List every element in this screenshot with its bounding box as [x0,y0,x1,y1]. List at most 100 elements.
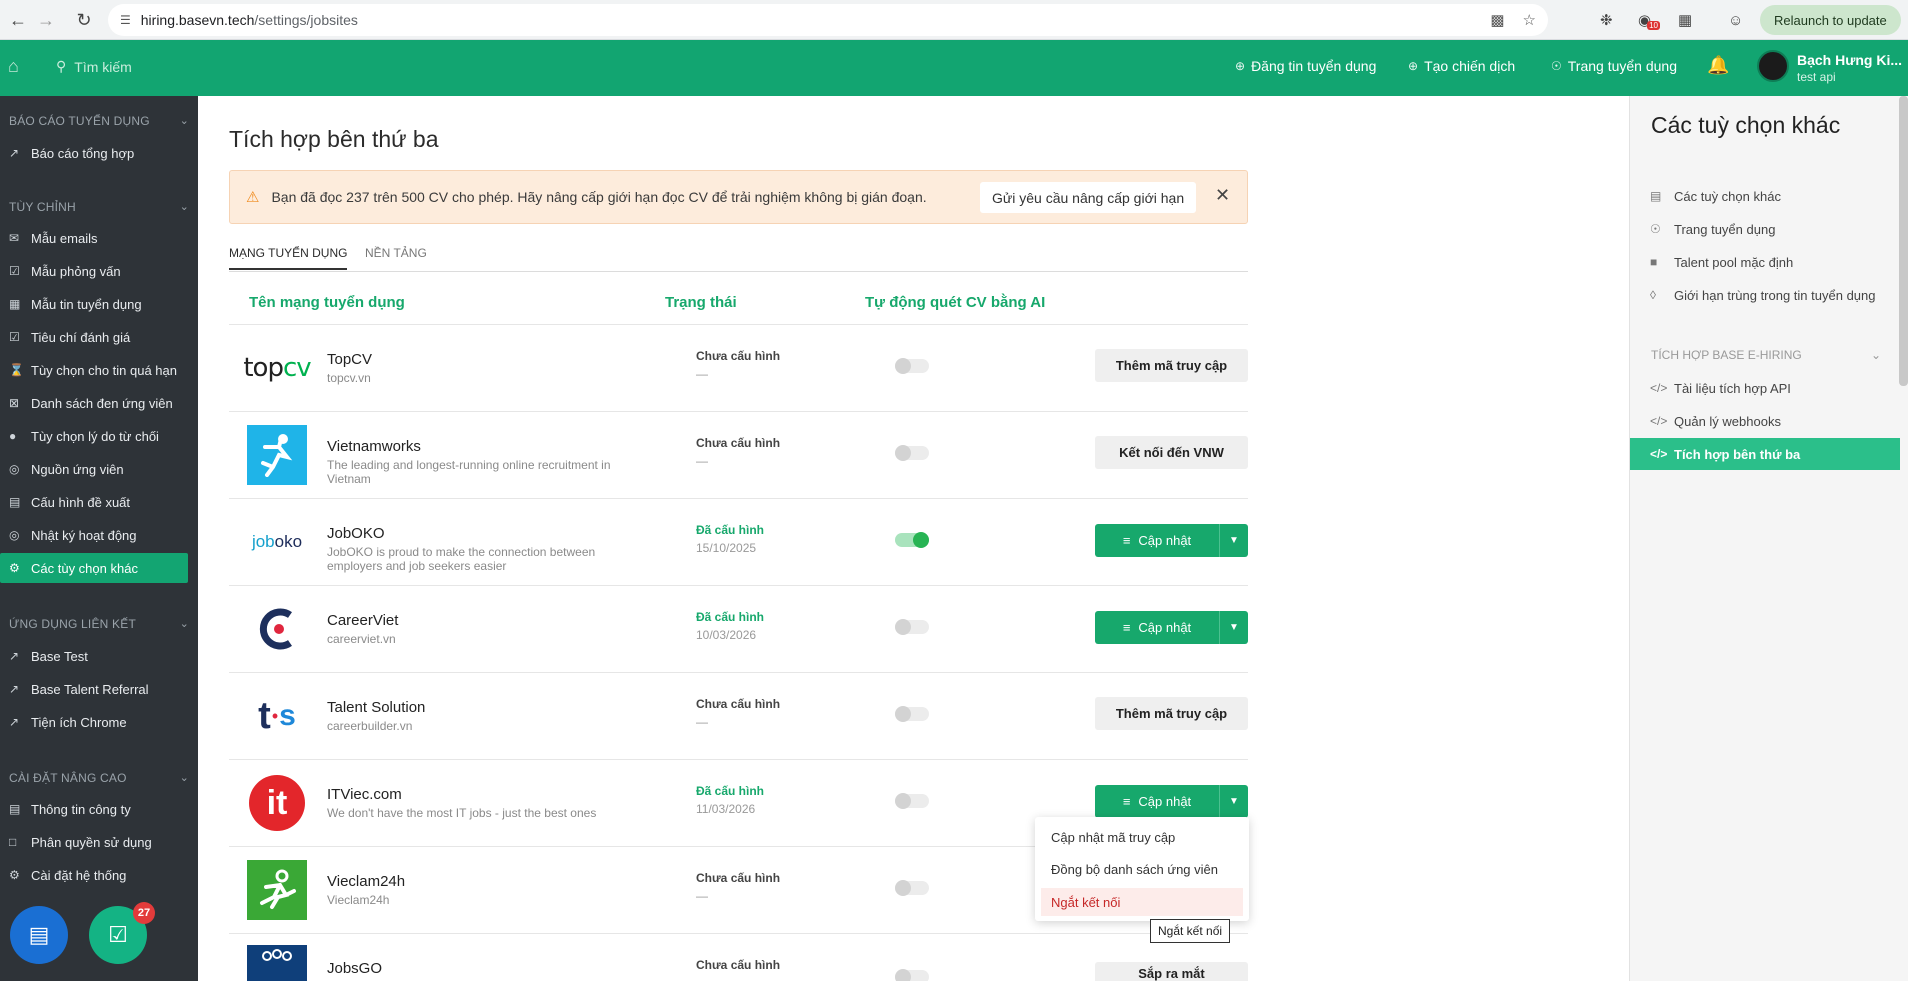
sidebar-item-expired-options[interactable]: ⌛ Tùy chọn cho tin quá hạn [0,355,188,385]
sidebar-section-linked-apps[interactable]: ỨNG DỤNG LIÊN KẾT ⌄ [9,617,189,631]
ai-scan-toggle[interactable] [895,793,929,809]
right-panel-title: Các tuỳ chọn khác [1651,112,1841,138]
connect-vnw-button[interactable]: Kết nối đến VNW [1095,436,1248,469]
code-icon: </> [1650,414,1668,428]
nav-create-campaign[interactable]: ⊕ Tạo chiến dịch [1408,58,1515,74]
sidebar-item-other-options[interactable]: ⚙ Các tùy chọn khác [0,553,188,583]
right-item-third-party[interactable]: </> Tích hợp bên thứ ba [1630,438,1900,470]
tab-recruitment-networks[interactable]: MẠNG TUYỂN DỤNG [229,246,348,270]
extensions-puzzle-icon[interactable]: ▦ [1678,6,1692,34]
address-bar[interactable]: ☰ hiring.basevn.tech/settings/jobsites ▩… [108,4,1548,36]
sidebar-item-permissions[interactable]: □ Phân quyền sử dụng [0,827,188,857]
forward-icon[interactable]: → [28,4,64,36]
update-button[interactable]: ≡ Cập nhật [1095,524,1219,557]
request-upgrade-button[interactable]: Gửi yêu cầu nâng cấp giới hạn [980,182,1197,213]
right-item-other-options[interactable]: ▤ Các tuỳ chọn khác [1630,180,1900,212]
avatar[interactable] [1757,50,1789,82]
right-item-webhooks[interactable]: </> Quản lý webhooks [1630,405,1900,437]
user-info[interactable]: Bạch Hưng Ki... test api [1797,52,1902,84]
ai-scan-toggle[interactable] [895,532,929,548]
ai-scan-toggle[interactable] [895,445,929,461]
ai-scan-toggle[interactable] [895,969,929,981]
sidebar-item-reject-reasons[interactable]: ● Tùy chọn lý do từ chối [0,421,188,451]
chevron-down-icon[interactable]: ▼ [1219,524,1248,557]
chart-icon: ↗ [9,146,20,160]
ai-scan-toggle[interactable] [895,880,929,896]
sidebar-item-proposal-config[interactable]: ▤ Cấu hình đề xuất [0,487,188,517]
menu-item-update-access-code[interactable]: Cập nhật mã truy cập [1041,823,1243,851]
ai-scan-toggle[interactable] [895,619,929,635]
sidebar-item-criteria[interactable]: ☑ Tiêu chí đánh giá [0,322,188,352]
ai-scan-toggle[interactable] [895,358,929,374]
list-icon: ≡ [1122,794,1131,809]
sidebar-item-interview-templates[interactable]: ☑ Mẫu phỏng vấn [0,256,188,286]
warning-icon: ⚠ [246,189,260,206]
coming-soon-button[interactable]: Sắp ra mắt [1095,962,1248,981]
joboko-logo: job oko [251,532,303,551]
envelope-icon: ✉ [9,231,20,245]
network-name: Vietnamworks [327,438,421,455]
careerviet-logo [247,599,307,659]
update-dropdown-menu: Cập nhật mã truy cập Đồng bộ danh sách ứ… [1035,817,1249,921]
nav-post-job[interactable]: ⊕ Đăng tin tuyển dụng [1235,58,1376,74]
sidebar-item-email-templates[interactable]: ✉ Mẫu emails [0,223,188,253]
add-access-code-button[interactable]: Thêm mã truy cập [1095,697,1248,730]
sidebar-section-reports[interactable]: BÁO CÁO TUYỂN DỤNG ⌄ [9,114,189,128]
sidebar-item-chrome-extension[interactable]: ↗ Tiện ích Chrome [0,707,188,737]
globe-icon: ☉ [1650,222,1661,236]
topcv-logo: top cv [243,353,311,383]
right-item-talent-pool[interactable]: ■ Talent pool mặc định [1630,246,1900,278]
menu-item-sync-candidates[interactable]: Đồng bộ danh sách ứng viên [1041,855,1243,883]
tab-platforms[interactable]: NỀN TẢNG [365,246,427,260]
update-button[interactable]: ≡ Cập nhật [1095,785,1219,818]
site-settings-icon[interactable]: ☰ [120,13,131,27]
relaunch-button[interactable]: Relaunch to update [1760,5,1901,35]
home-icon[interactable]: ⌂ [8,56,19,77]
url-host: hiring.basevn.tech [140,12,255,28]
sidebar-item-candidate-sources[interactable]: ◎ Nguồn ứng viên [0,454,188,484]
status-text: Chưa cấu hình [696,871,781,885]
browser-toolbar: ← → ↻ ☰ hiring.basevn.tech/settings/jobs… [0,0,1908,40]
nav-career-page[interactable]: ☉ Trang tuyển dụng [1551,58,1677,74]
chat-button[interactable]: ▤ [10,906,68,964]
menu-item-disconnect[interactable]: Ngắt kết nối [1041,888,1243,916]
search-box[interactable]: ⚲ Tìm kiếm [56,58,132,75]
url-path: /settings/jobsites [254,12,358,28]
right-section-integration[interactable]: TÍCH HỢP BASE E-HIRING ⌄ [1651,348,1881,362]
tooltip: Ngắt kết nối [1150,919,1231,943]
sidebar-item-company-info[interactable]: ▤ Thông tin công ty [0,794,188,824]
ai-scan-toggle[interactable] [895,706,929,722]
profile-icon[interactable]: ☺ [1728,6,1743,34]
translate-icon[interactable]: ▩ [1490,11,1504,29]
jobsgo-logo [247,945,307,981]
sidebar-section-advanced[interactable]: CÀI ĐẶT NÂNG CAO ⌄ [9,771,189,785]
reload-icon[interactable]: ↻ [66,4,102,36]
bell-icon[interactable]: 🔔 [1707,55,1729,76]
sidebar-item-blacklist[interactable]: ⊠ Danh sách đen ứng viên [0,388,188,418]
sidebar-item-system-settings[interactable]: ⚙ Cài đặt hệ thống [0,860,188,890]
sidebar-item-summary-report[interactable]: ↗ Báo cáo tổng hợp [0,138,188,168]
right-item-api-docs[interactable]: </> Tài liệu tích hợp API [1630,372,1900,404]
update-button[interactable]: ≡ Cập nhật [1095,611,1219,644]
add-access-code-button[interactable]: Thêm mã truy cập [1095,349,1248,382]
sidebar-item-job-templates[interactable]: ▦ Mẫu tin tuyển dụng [0,289,188,319]
sidebar-item-activity-log[interactable]: ◎ Nhật ký hoạt động [0,520,188,550]
right-item-duplicate-limit[interactable]: ◊ Giới hạn trùng trong tin tuyển dụng [1630,279,1900,311]
chevron-down-icon[interactable]: ▼ [1219,611,1248,644]
sidebar-item-talent-referral[interactable]: ↗ Base Talent Referral [0,674,188,704]
extension-icon[interactable]: ❉ [1600,6,1613,34]
app-header: ⌂ ⚲ Tìm kiếm ⊕ Đăng tin tuyển dụng ⊕ Tạo c… [0,40,1908,96]
extension-icon[interactable]: ◉ 10 [1638,6,1660,34]
close-icon[interactable]: ✕ [1215,185,1230,206]
sidebar-section-customize[interactable]: TÙY CHỈNH ⌄ [9,200,189,214]
chevron-down-icon[interactable]: ▼ [1219,785,1248,818]
status-text: Đã cấu hình [696,610,765,624]
bookmark-star-icon[interactable]: ☆ [1523,11,1536,29]
chat-icon: ▤ [28,922,50,947]
source-icon: ◎ [9,462,20,476]
sidebar-item-base-test[interactable]: ↗ Base Test [0,641,188,671]
scrollbar[interactable] [1899,96,1908,386]
right-item-career-page[interactable]: ☉ Trang tuyển dụng [1630,213,1900,245]
talent-solution-logo: t • s [258,694,296,737]
list-icon: ≡ [1122,620,1131,635]
